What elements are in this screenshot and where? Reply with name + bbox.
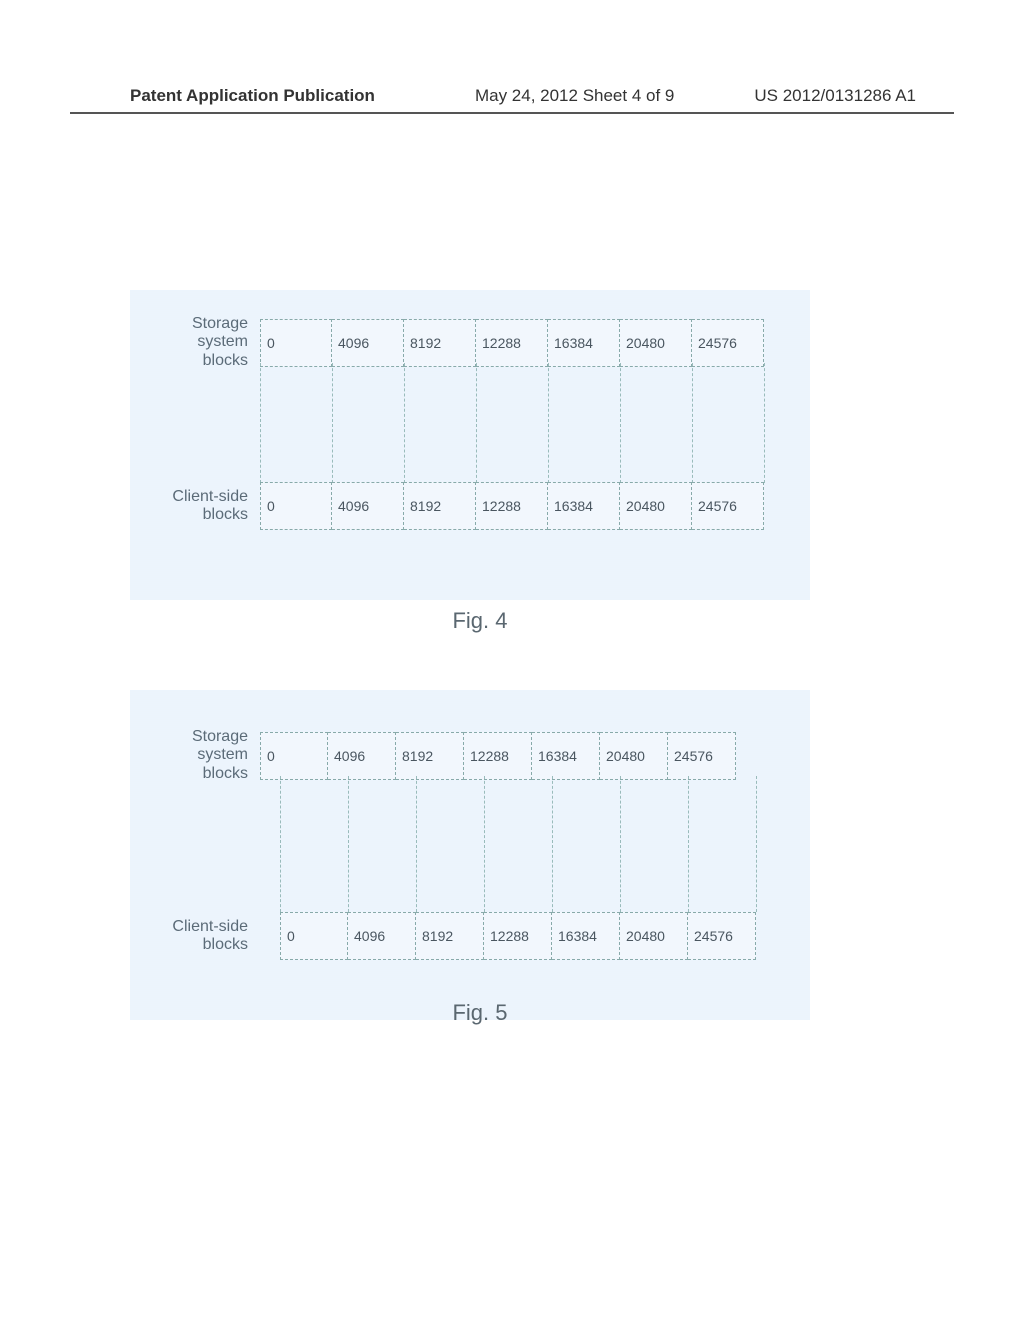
fig5-storage-blocks: 0 4096 8192 12288 16384 20480 24576 (260, 732, 736, 780)
mapping-tick (552, 776, 553, 912)
block-cell: 4096 (328, 732, 396, 780)
block-cell: 24576 (688, 912, 756, 960)
block-cell: 20480 (620, 319, 692, 367)
block-cell: 24576 (668, 732, 736, 780)
mapping-tick (764, 363, 765, 483)
block-cell: 16384 (552, 912, 620, 960)
mapping-tick (620, 363, 621, 483)
block-cell: 4096 (332, 482, 404, 530)
mapping-tick (688, 776, 689, 912)
block-cell: 20480 (600, 732, 668, 780)
block-cell: 20480 (620, 482, 692, 530)
mapping-tick (620, 776, 621, 912)
mapping-tick (756, 776, 757, 912)
mapping-tick (348, 776, 349, 912)
block-cell: 0 (260, 319, 332, 367)
block-cell: 16384 (548, 319, 620, 367)
fig4-client-label: Client-sideblocks (140, 488, 260, 525)
mapping-tick (548, 363, 549, 483)
fig4-caption: Fig. 4 (140, 608, 820, 634)
header-rule (70, 112, 954, 114)
mapping-tick (484, 776, 485, 912)
fig4-mapping-lines (260, 363, 836, 483)
header-left: Patent Application Publication (130, 86, 375, 106)
fig5-client-blocks: 0 4096 8192 12288 16384 20480 24576 (280, 912, 756, 960)
block-cell: 4096 (332, 319, 404, 367)
block-cell: 0 (260, 482, 332, 530)
fig5-caption: Fig. 5 (140, 1000, 820, 1026)
fig4-client-row: Client-sideblocks 0 4096 8192 12288 1638… (140, 482, 764, 530)
mapping-tick (692, 363, 693, 483)
block-cell: 16384 (548, 482, 620, 530)
block-cell: 24576 (692, 319, 764, 367)
page-header: Patent Application Publication May 24, 2… (0, 86, 1024, 106)
block-cell: 12288 (484, 912, 552, 960)
fig5-client-label: Client-sideblocks (140, 918, 260, 955)
fig4-storage-blocks: 0 4096 8192 12288 16384 20480 24576 (260, 319, 764, 367)
block-cell: 8192 (416, 912, 484, 960)
block-cell: 0 (280, 912, 348, 960)
fig5-client-row: Client-sideblocks 0 4096 8192 12288 1638… (140, 912, 756, 960)
header-mid: May 24, 2012 Sheet 4 of 9 (475, 86, 674, 106)
block-cell: 8192 (396, 732, 464, 780)
block-cell: 8192 (404, 319, 476, 367)
mapping-tick (404, 363, 405, 483)
mapping-tick (416, 776, 417, 912)
block-cell: 4096 (348, 912, 416, 960)
block-cell: 12288 (464, 732, 532, 780)
mapping-tick (476, 363, 477, 483)
fig4-storage-label: Storagesystemblocks (140, 315, 260, 370)
fig5-storage-label: Storagesystemblocks (140, 728, 260, 783)
block-cell: 24576 (692, 482, 764, 530)
block-cell: 20480 (620, 912, 688, 960)
fig4-storage-row: Storagesystemblocks 0 4096 8192 12288 16… (140, 315, 764, 370)
fig5-storage-row: Storagesystemblocks 0 4096 8192 12288 16… (140, 728, 736, 783)
fig4-client-blocks: 0 4096 8192 12288 16384 20480 24576 (260, 482, 764, 530)
mapping-tick (260, 363, 261, 483)
header-right: US 2012/0131286 A1 (754, 86, 916, 106)
block-cell: 12288 (476, 319, 548, 367)
mapping-tick (280, 776, 281, 912)
block-cell: 0 (260, 732, 328, 780)
block-cell: 8192 (404, 482, 476, 530)
fig5-mapping-lines (260, 776, 824, 912)
block-cell: 12288 (476, 482, 548, 530)
mapping-tick (332, 363, 333, 483)
page: Patent Application Publication May 24, 2… (0, 0, 1024, 1320)
block-cell: 16384 (532, 732, 600, 780)
